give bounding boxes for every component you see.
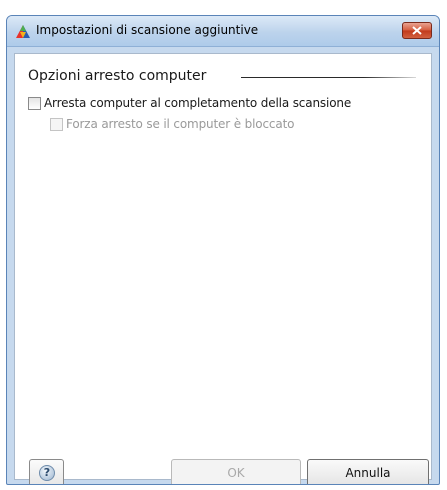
section-header: Opzioni arresto computer [28, 68, 207, 84]
title-bar[interactable]: Impostazioni di scansione aggiuntive [7, 16, 439, 47]
force-shutdown-checkbox [50, 117, 63, 131]
force-shutdown-option-row: Forza arresto se il computer è bloccato [50, 117, 294, 131]
ok-button: OK [171, 459, 301, 484]
help-button[interactable]: ? [29, 459, 64, 484]
dialog-content: Opzioni arresto computer Arresta compute… [14, 53, 432, 484]
help-icon: ? [39, 465, 55, 481]
avg-logo-icon [15, 23, 31, 39]
shutdown-checkbox[interactable] [28, 96, 41, 110]
shutdown-checkbox-label: Arresta computer al completamento della … [44, 96, 352, 110]
shutdown-option-row[interactable]: Arresta computer al completamento della … [28, 96, 351, 110]
close-button[interactable] [402, 22, 432, 39]
close-icon [412, 26, 422, 35]
window-title: Impostazioni di scansione aggiuntive [36, 23, 259, 37]
force-shutdown-checkbox-label: Forza arresto se il computer è bloccato [66, 117, 295, 131]
section-divider [241, 77, 416, 78]
dialog-window: Impostazioni di scansione aggiuntive Opz… [6, 15, 440, 485]
cancel-button[interactable]: Annulla [307, 459, 429, 484]
